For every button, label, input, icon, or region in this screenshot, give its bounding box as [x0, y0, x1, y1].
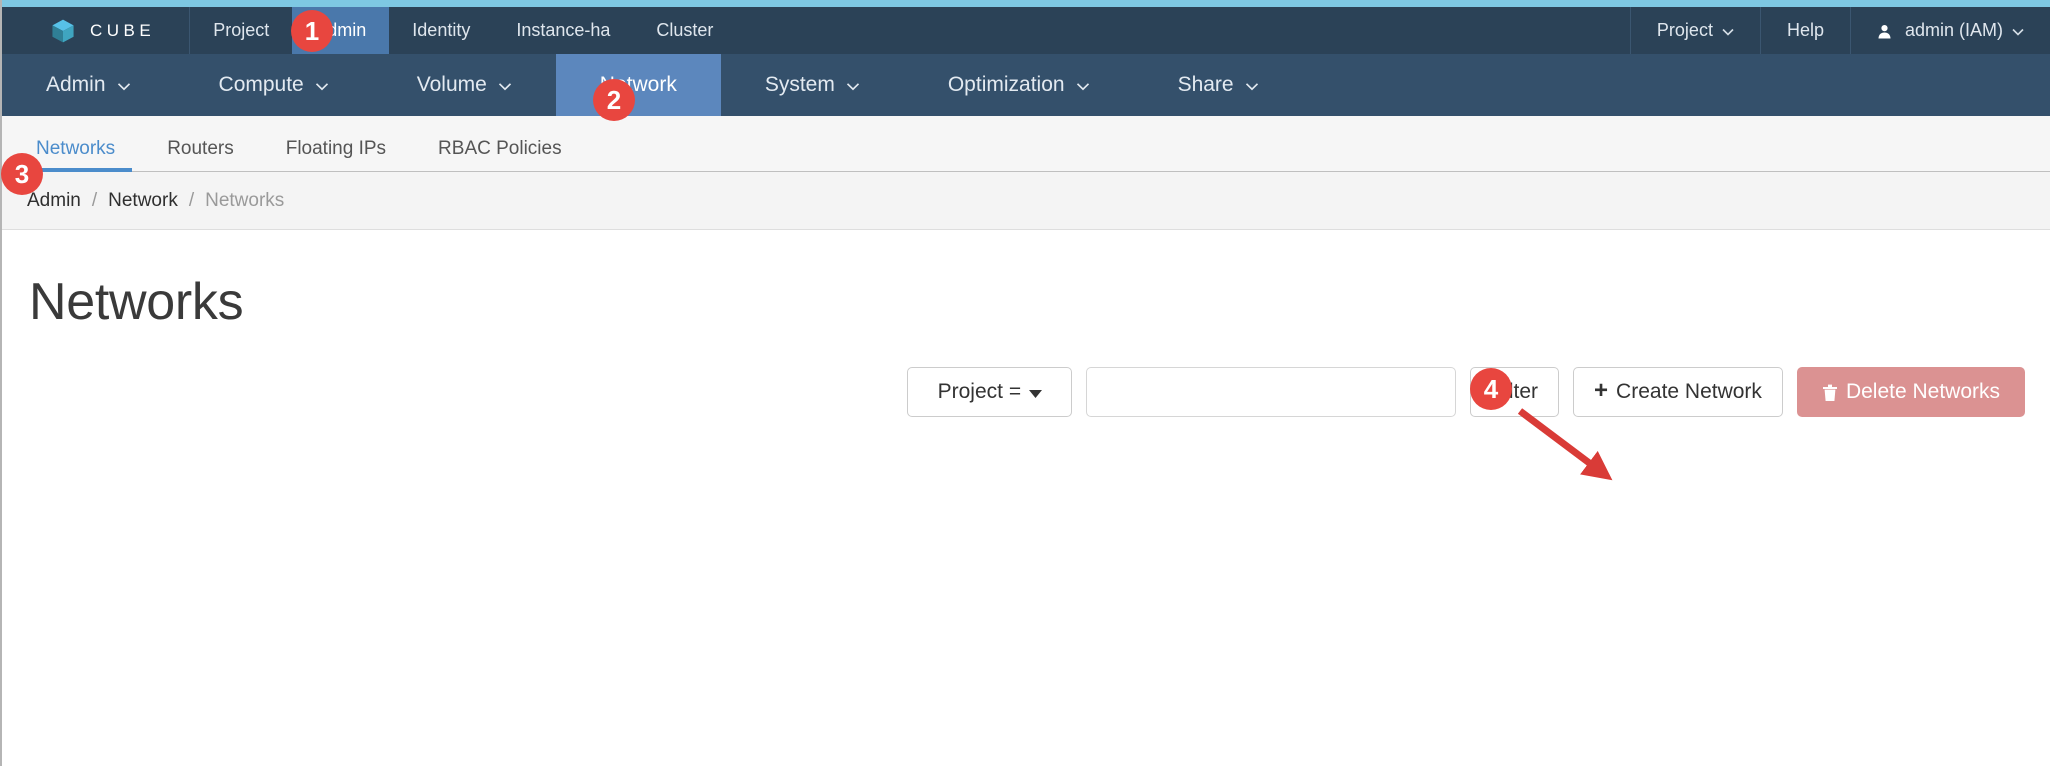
caret-down-icon [1029, 385, 1043, 402]
primary-nav-right-items: Project Help admin (IAM) [1629, 7, 2050, 54]
create-network-button-label: Create Network [1616, 380, 1762, 403]
nav-item-instance-ha-label: Instance-ha [516, 20, 611, 40]
networks-toolbar: Project = Filter + Create Network Delete… [27, 367, 2025, 417]
top-accent-strip [2, 0, 2050, 7]
snav-item-admin[interactable]: Admin [2, 54, 175, 116]
delete-networks-button-label: Delete Networks [1845, 380, 2000, 403]
snav-item-admin-label: Admin [46, 73, 106, 96]
snav-item-compute-label: Compute [218, 73, 304, 96]
chevron-down-icon [498, 73, 512, 97]
tab-networks-label: Networks [36, 138, 116, 159]
page-title: Networks [29, 273, 244, 331]
chevron-down-icon [1245, 73, 1259, 97]
help-link[interactable]: Help [1759, 7, 1850, 54]
snav-item-optimization[interactable]: Optimization [904, 54, 1134, 116]
chevron-down-icon [1722, 24, 1734, 39]
project-switcher-button[interactable]: Project [1629, 7, 1760, 54]
snav-item-share[interactable]: Share [1134, 54, 1303, 116]
breadcrumb-separator: / [188, 189, 195, 211]
brand-logo-area[interactable]: CUBE [2, 7, 191, 54]
chevron-down-icon [117, 73, 131, 97]
delete-networks-button[interactable]: Delete Networks [1796, 367, 2025, 417]
project-switcher-label: Project [1656, 20, 1713, 40]
nav-item-project-label: Project [213, 20, 270, 40]
breadcrumb-separator: / [91, 189, 98, 211]
snav-item-volume[interactable]: Volume [373, 54, 556, 116]
snav-item-system-label: System [764, 73, 835, 96]
tab-floating-ips-label: Floating IPs [285, 138, 387, 159]
secondary-navbar: Admin Compute Volume Network System Opti… [2, 54, 2050, 116]
tab-rbac-policies-label: RBAC Policies [438, 138, 562, 159]
breadcrumb-item-admin[interactable]: Admin [27, 190, 81, 212]
dashboard-page: CUBE Project Admin Identity Instance-ha … [0, 0, 2050, 766]
snav-item-share-label: Share [1177, 73, 1234, 96]
nav-item-cluster[interactable]: Cluster [633, 7, 736, 54]
snav-item-network[interactable]: Network [555, 54, 721, 116]
chevron-down-icon [1076, 73, 1090, 97]
tab-routers[interactable]: Routers [141, 138, 260, 171]
filter-field-select[interactable]: Project = [907, 367, 1073, 417]
filter-field-select-label: Project = [937, 380, 1022, 403]
snav-item-compute[interactable]: Compute [175, 54, 373, 116]
help-label: Help [1786, 20, 1824, 40]
nav-item-project[interactable]: Project [190, 7, 292, 54]
nav-item-instance-ha[interactable]: Instance-ha [493, 7, 633, 54]
brand-name: CUBE [90, 20, 156, 40]
snav-item-volume-label: Volume [416, 73, 487, 96]
create-network-button[interactable]: + Create Network [1573, 367, 1783, 417]
chevron-down-icon [2012, 24, 2024, 39]
nav-item-admin-label: Admin [315, 20, 367, 40]
snav-item-optimization-label: Optimization [947, 73, 1065, 96]
snav-item-network-label: Network [599, 73, 677, 96]
main-content: Networks Project = Filter + Create Netwo… [2, 230, 2050, 766]
trash-icon [1822, 384, 1838, 402]
search-input[interactable] [1086, 367, 1457, 417]
snav-item-system[interactable]: System [721, 54, 904, 116]
user-icon [1877, 23, 1892, 39]
tab-floating-ips[interactable]: Floating IPs [260, 138, 412, 171]
nav-item-cluster-label: Cluster [656, 20, 714, 40]
tab-networks[interactable]: Networks [27, 138, 141, 172]
cube-logo-icon [50, 18, 76, 44]
nav-item-identity[interactable]: Identity [389, 7, 493, 54]
primary-nav-items: Project Admin Identity Instance-ha Clust… [190, 7, 736, 54]
chevron-down-icon [315, 73, 329, 97]
nav-item-identity-label: Identity [412, 20, 471, 40]
breadcrumb-item-networks: Networks [205, 189, 285, 211]
user-menu-button[interactable]: admin (IAM) [1849, 7, 2050, 54]
nav-item-admin[interactable]: Admin [292, 7, 390, 54]
plus-icon: + [1594, 377, 1609, 404]
filter-button[interactable]: Filter [1470, 367, 1560, 417]
chevron-down-icon [846, 73, 860, 97]
tab-routers-label: Routers [167, 138, 234, 159]
tab-rbac-policies[interactable]: RBAC Policies [412, 138, 588, 171]
primary-navbar: CUBE Project Admin Identity Instance-ha … [2, 7, 2050, 54]
filter-button-label: Filter [1491, 380, 1539, 403]
user-menu-label: admin (IAM) [1904, 20, 2003, 40]
breadcrumb: Admin / Network / Networks [2, 172, 2050, 230]
breadcrumb-item-network[interactable]: Network [108, 190, 178, 212]
tab-bar: Networks Routers Floating IPs RBAC Polic… [2, 116, 2050, 172]
